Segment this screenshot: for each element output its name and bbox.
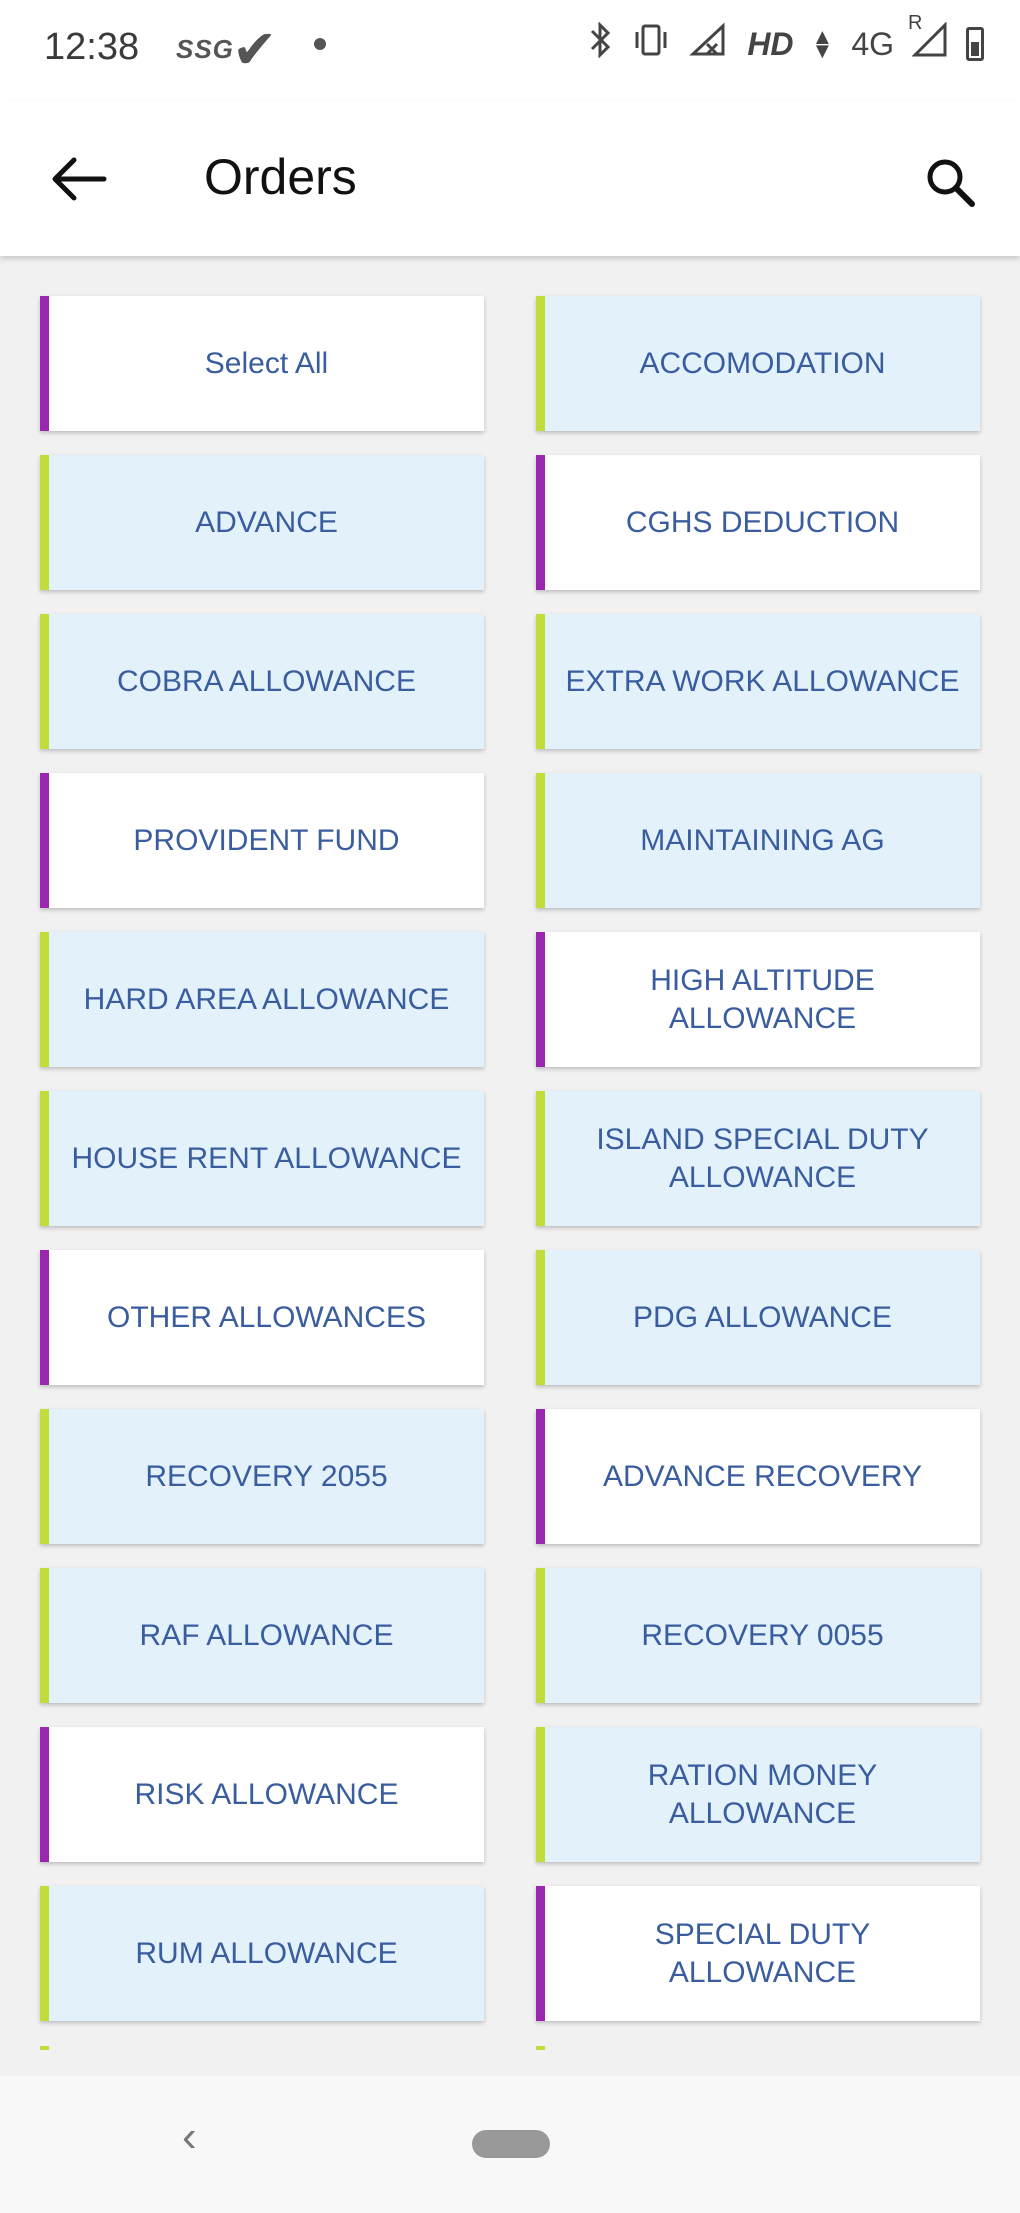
order-card-label: ISLAND SPECIAL DUTY ALLOWANCE [596, 1122, 929, 1194]
arrow-left-icon[interactable] [44, 144, 114, 214]
next-row-peek-left [40, 2046, 49, 2050]
check-icon: ✔ [232, 20, 278, 80]
status-time: 12:38 [44, 26, 140, 68]
carrier-badge: SSG [176, 34, 234, 64]
order-card[interactable]: HIGH ALTITUDE ALLOWANCE [536, 932, 980, 1067]
status-icons: HD ▲ ▼ 4G R [587, 12, 984, 66]
status-bar: 12:38 SSG ✔ HD ▲ ▼ 4G R [0, 0, 1020, 100]
order-card[interactable]: ISLAND SPECIAL DUTY ALLOWANCE [536, 1091, 980, 1226]
order-card[interactable]: MAINTAINING AG [536, 773, 980, 908]
order-card[interactable]: RUM ALLOWANCE [40, 1886, 484, 2021]
order-card-label: RECOVERY 0055 [641, 1618, 884, 1652]
order-card-label: ACCOMODATION [639, 346, 886, 380]
order-card[interactable]: PDG ALLOWANCE [536, 1250, 980, 1385]
order-card[interactable]: RAF ALLOWANCE [40, 1568, 484, 1703]
orders-grid: Select All ACCOMODATION ADVANCE CGHS DEDUCT… [40, 296, 980, 2021]
order-card-label: MAINTAINING AG [640, 823, 885, 857]
order-card-label: HARD AREA ALLOWANCE [83, 982, 450, 1016]
bluetooth-icon [587, 21, 613, 66]
vibrate-icon [631, 22, 671, 66]
order-card[interactable]: HOUSE RENT ALLOWANCE [40, 1091, 484, 1226]
order-card-label: HIGH ALTITUDE ALLOWANCE [650, 963, 875, 1035]
order-card[interactable]: ACCOMODATION [536, 296, 980, 431]
order-card-label: Select All [204, 346, 329, 380]
order-card-label: COBRA ALLOWANCE [117, 664, 416, 698]
next-row-peek-right [536, 2046, 545, 2050]
roaming-label: R [908, 12, 923, 34]
order-card[interactable]: RECOVERY 0055 [536, 1568, 980, 1703]
order-card[interactable]: CGHS DEDUCTION [536, 455, 980, 590]
home-pill-icon[interactable] [472, 2130, 550, 2158]
order-card-label: OTHER ALLOWANCES [107, 1300, 426, 1334]
navigation-bar: ‹ [0, 2076, 1020, 2213]
network-type: 4G [851, 25, 894, 62]
hd-label: HD [747, 25, 794, 62]
order-card[interactable]: OTHER ALLOWANCES [40, 1250, 484, 1385]
order-card[interactable]: EXTRA WORK ALLOWANCE [536, 614, 980, 749]
signal-off-icon [689, 22, 729, 66]
app-bar: Orders [0, 100, 1020, 256]
order-card-label: PROVIDENT FUND [133, 823, 400, 857]
order-card-label: ADVANCE [195, 505, 338, 539]
order-card[interactable]: ADVANCE RECOVERY [536, 1409, 980, 1544]
search-icon[interactable] [920, 152, 980, 212]
order-card[interactable]: COBRA ALLOWANCE [40, 614, 484, 749]
order-card[interactable]: ADVANCE [40, 455, 484, 590]
order-card-label: PDG ALLOWANCE [633, 1300, 892, 1334]
order-card-label: RECOVERY 2055 [145, 1459, 388, 1493]
page-title: Orders [204, 149, 357, 205]
order-card-label: HOUSE RENT ALLOWANCE [71, 1141, 462, 1175]
notification-dot-icon [314, 38, 326, 50]
order-card[interactable]: SPECIAL DUTY ALLOWANCE [536, 1886, 980, 2021]
order-card[interactable]: Select All [40, 296, 484, 431]
order-card-label: RUM ALLOWANCE [135, 1936, 398, 1970]
order-card[interactable]: RISK ALLOWANCE [40, 1727, 484, 1862]
order-card-label: ADVANCE RECOVERY [603, 1459, 922, 1493]
order-card-label: RISK ALLOWANCE [134, 1777, 399, 1811]
order-card-label: RATION MONEY ALLOWANCE [647, 1758, 878, 1830]
order-card[interactable]: HARD AREA ALLOWANCE [40, 932, 484, 1067]
order-card[interactable]: RECOVERY 2055 [40, 1409, 484, 1544]
order-card-label: CGHS DEDUCTION [625, 505, 900, 539]
order-card[interactable]: RATION MONEY ALLOWANCE [536, 1727, 980, 1862]
order-card-label: SPECIAL DUTY ALLOWANCE [654, 1917, 871, 1989]
data-arrows-icon: ▲ ▼ [811, 24, 834, 63]
chevron-left-icon[interactable]: ‹ [182, 2112, 197, 2162]
signal-icon: R [908, 12, 948, 66]
order-card-label: RAF ALLOWANCE [139, 1618, 394, 1652]
battery-icon [966, 27, 984, 61]
order-card-label: EXTRA WORK ALLOWANCE [565, 664, 960, 698]
order-card[interactable]: PROVIDENT FUND [40, 773, 484, 908]
